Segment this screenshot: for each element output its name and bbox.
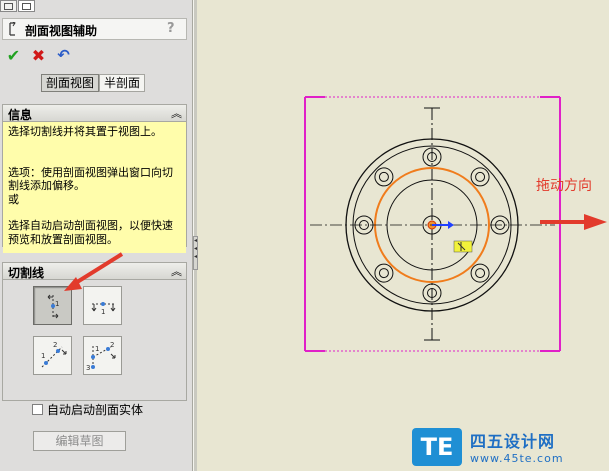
drag-direction-label: 拖动方向 — [536, 178, 592, 194]
bolt-hole-inner — [378, 171, 389, 182]
bolt-hole — [470, 263, 490, 283]
bolt-hole — [470, 167, 490, 187]
watermark-logo: TE — [412, 428, 462, 466]
graphics-area[interactable] — [198, 0, 609, 471]
site-watermark: TE 四五设计网 www.45te.com — [412, 428, 607, 469]
drag-direction-arrowhead — [584, 214, 607, 230]
bolt-hole-inner — [475, 171, 486, 182]
watermark-title: 四五设计网 — [470, 432, 556, 451]
bolt-hole — [374, 167, 394, 187]
annotation-arrow — [72, 252, 124, 286]
watermark-url: www.45te.com — [470, 452, 564, 465]
bolt-hole-inner — [475, 268, 486, 279]
bolt-hole-inner — [378, 268, 389, 279]
origin-arrow-icon — [448, 221, 454, 229]
cursor-icon — [453, 240, 473, 253]
bolt-hole — [374, 263, 394, 283]
